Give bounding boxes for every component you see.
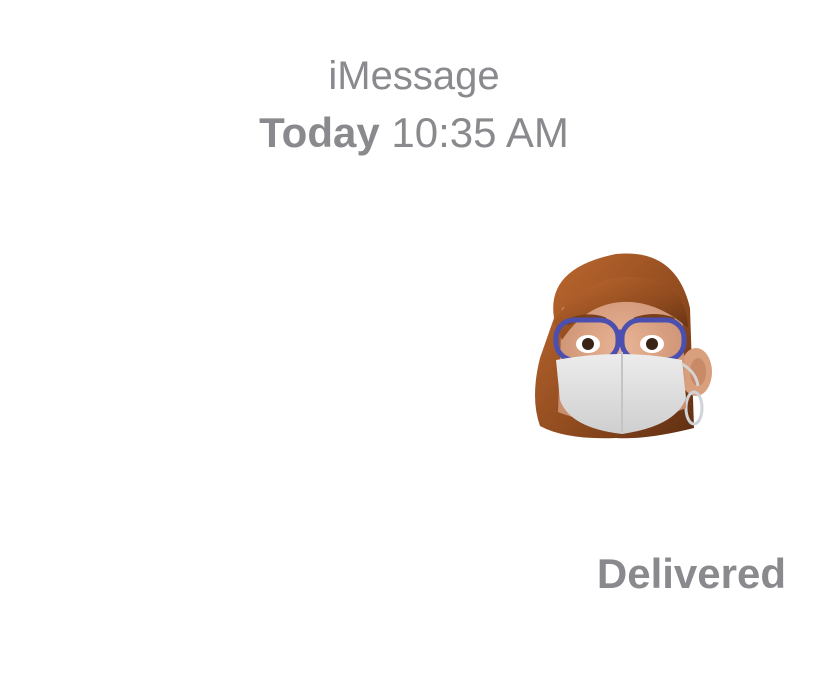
memoji-icon [535,253,712,439]
timestamp-day: Today [259,109,380,156]
memoji-sticker-message[interactable] [526,248,712,444]
message-timestamp: Today 10:35 AM [0,104,828,162]
service-label: iMessage [328,54,500,98]
timestamp-time: 10:35 AM [391,109,569,156]
conversation-header: iMessage Today 10:35 AM [0,50,828,162]
delivery-status: Delivered [596,550,786,597]
